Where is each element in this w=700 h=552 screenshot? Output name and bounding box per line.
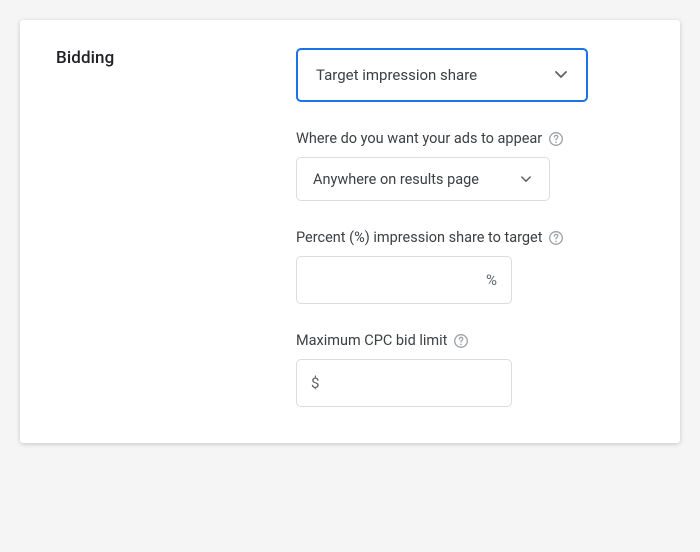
help-icon[interactable]	[548, 230, 564, 246]
max-cpc-label: Maximum CPC bid limit	[296, 332, 447, 349]
left-column: Bidding	[56, 48, 266, 407]
right-column: Target impression share Where do you wan…	[296, 48, 648, 407]
percent-target-input-box[interactable]: %	[296, 256, 512, 304]
max-cpc-group: Maximum CPC bid limit $	[296, 332, 648, 407]
bidding-strategy-group: Target impression share	[296, 48, 648, 102]
bidding-card: Bidding Target impression share Where do…	[20, 20, 680, 443]
percent-target-input[interactable]	[311, 272, 480, 289]
bidding-strategy-select[interactable]: Target impression share	[296, 48, 588, 102]
bidding-strategy-value: Target impression share	[316, 66, 477, 84]
section-title: Bidding	[56, 48, 266, 68]
ads-location-select[interactable]: Anywhere on results page	[296, 157, 550, 201]
ads-location-group: Where do you want your ads to appear Any…	[296, 130, 648, 201]
max-cpc-input-box[interactable]: $	[296, 359, 512, 407]
help-icon[interactable]	[453, 333, 469, 349]
percent-target-label: Percent (%) impression share to target	[296, 229, 542, 246]
ads-location-label: Where do you want your ads to appear	[296, 130, 542, 147]
chevron-down-icon	[515, 168, 537, 190]
max-cpc-label-row: Maximum CPC bid limit	[296, 332, 648, 349]
percent-target-group: Percent (%) impression share to target %	[296, 229, 648, 304]
percent-target-label-row: Percent (%) impression share to target	[296, 229, 648, 246]
ads-location-label-row: Where do you want your ads to appear	[296, 130, 648, 147]
max-cpc-input[interactable]	[327, 375, 497, 392]
currency-prefix: $	[311, 374, 319, 392]
help-icon[interactable]	[548, 131, 564, 147]
percent-suffix: %	[486, 271, 497, 289]
chevron-down-icon	[550, 64, 572, 86]
ads-location-value: Anywhere on results page	[313, 171, 479, 188]
